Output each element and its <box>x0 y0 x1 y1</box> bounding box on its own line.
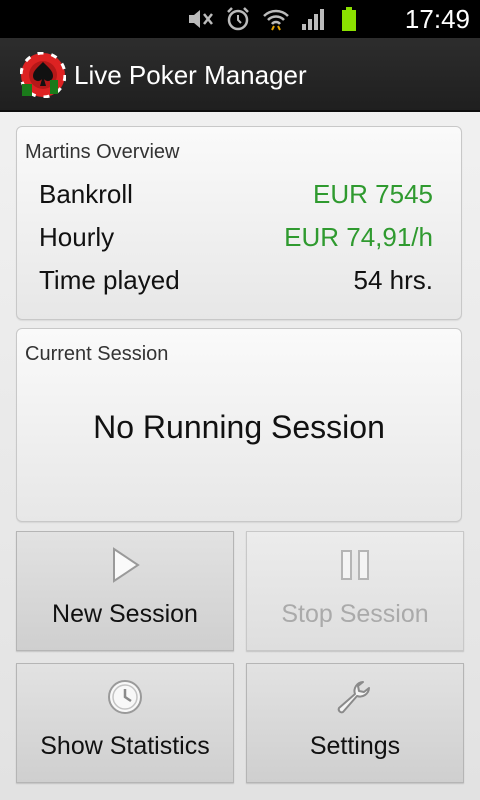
hourly-label: Hourly <box>39 222 115 252</box>
play-icon <box>113 547 140 583</box>
session-status: No Running Session <box>93 409 385 445</box>
bankroll-label: Bankroll <box>39 179 133 209</box>
bankroll-row: Bankroll EUR 7545 <box>39 179 433 215</box>
current-session-title: Current Session <box>25 343 169 365</box>
overview-title: Martins Overview <box>25 141 180 163</box>
time-played-row: Time played 54 hrs. <box>39 265 433 301</box>
time-played-value: 54 hrs. <box>353 265 434 295</box>
mute-icon <box>189 10 213 28</box>
status-icons <box>186 6 366 32</box>
time-played-label: Time played <box>39 265 180 295</box>
settings-label: Settings <box>309 732 401 760</box>
settings-button[interactable]: Settings <box>246 663 464 783</box>
wifi-icon <box>263 9 289 31</box>
alarm-icon <box>227 7 249 31</box>
pause-icon <box>341 550 369 580</box>
overview-card: Martins Overview Bankroll EUR 7545 Hourl… <box>16 126 462 320</box>
current-session-card: Current Session No Running Session <box>16 328 462 522</box>
stop-session-button[interactable]: Stop Session <box>246 531 464 651</box>
status-time: 17:49 <box>404 4 470 34</box>
show-statistics-button[interactable]: Show Statistics <box>16 663 234 783</box>
status-bar: 17:49 <box>0 0 480 38</box>
show-statistics-label: Show Statistics <box>40 732 210 760</box>
clock-icon <box>108 680 142 714</box>
new-session-label: New Session <box>52 600 198 628</box>
app-title: Live Poker Manager <box>74 60 307 90</box>
hourly-row: Hourly EUR 74,91/h <box>39 222 433 258</box>
poker-chip-logo[interactable] <box>20 52 66 98</box>
battery-icon <box>342 7 356 31</box>
signal-icon <box>302 9 324 30</box>
wrench-icon <box>337 681 370 714</box>
new-session-button[interactable]: New Session <box>16 531 234 651</box>
stop-session-label: Stop Session <box>281 600 429 628</box>
app-bar: Live Poker Manager <box>0 38 480 112</box>
bankroll-value: EUR 7545 <box>313 179 433 209</box>
hourly-value: EUR 74,91/h <box>284 222 433 252</box>
